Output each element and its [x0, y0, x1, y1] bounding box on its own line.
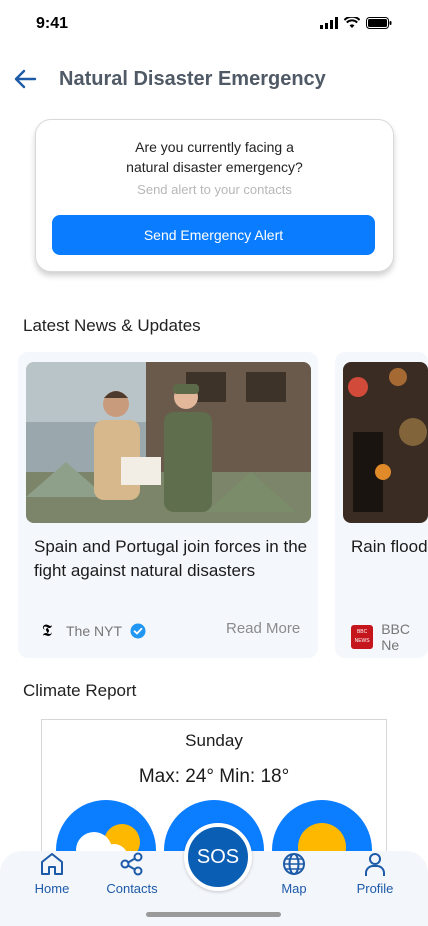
emergency-alert-card: Are you currently facing a natural disas… — [35, 119, 394, 272]
header: Natural Disaster Emergency — [0, 56, 428, 102]
alert-subtext: Send alert to your contacts — [137, 182, 292, 197]
news-headline: Rain flood third time — [351, 537, 428, 556]
signal-icon — [320, 17, 338, 29]
globe-icon — [283, 853, 305, 875]
news-card[interactable]: Spain and Portugal join forces in the fi… — [18, 352, 318, 658]
nav-item-profile[interactable]: Profile — [340, 851, 410, 901]
news-card[interactable]: Rain flood third time BBC NEWS BBC Ne — [335, 352, 428, 658]
page-title: Natural Disaster Emergency — [59, 68, 326, 90]
status-bar: 9:41 — [0, 0, 428, 50]
weather-day: Sunday — [185, 731, 243, 750]
nyt-logo-icon: 𝕿 — [41, 621, 53, 641]
nav-item-map[interactable]: Map — [259, 851, 329, 901]
nav-label: Contacts — [106, 881, 158, 896]
climate-section-title: Climate Report — [23, 681, 137, 700]
news-source-name: The NYT — [66, 623, 123, 639]
nav-item-contacts[interactable]: Contacts — [97, 851, 167, 901]
news-image — [343, 362, 428, 523]
send-emergency-alert-button[interactable]: Send Emergency Alert — [52, 215, 375, 255]
nav-label: Map — [281, 881, 307, 896]
home-icon — [41, 853, 63, 875]
news-image — [26, 362, 311, 523]
home-indicator — [146, 912, 281, 917]
nav-label: Profile — [356, 881, 394, 896]
battery-icon — [366, 17, 392, 29]
status-icons — [320, 17, 392, 29]
alert-question: Are you currently facing a natural disas… — [126, 139, 303, 175]
read-more-link[interactable]: Read More — [226, 620, 300, 637]
weather-temperature: Max: 24° Min: 18° — [138, 766, 290, 787]
news-source: BBC NEWS BBC Ne — [351, 621, 428, 653]
news-section-title: Latest News & Updates — [23, 316, 201, 335]
news-headline: Spain and Portugal join forces in the fi… — [34, 537, 308, 580]
wifi-icon — [344, 17, 360, 28]
sos-button[interactable]: SOS — [184, 823, 252, 891]
verified-badge-icon — [130, 623, 146, 639]
news-source: 𝕿 The NYT — [36, 621, 146, 641]
nav-label: Home — [34, 881, 70, 896]
news-source-name: BBC Ne — [381, 621, 410, 653]
status-time: 9:41 — [36, 15, 69, 32]
bbc-news-logo-icon: BBC NEWS — [351, 625, 374, 649]
back-arrow-icon[interactable] — [12, 66, 38, 92]
share-icon — [120, 852, 143, 876]
user-icon — [365, 853, 385, 876]
nav-item-home[interactable]: Home — [17, 851, 87, 901]
